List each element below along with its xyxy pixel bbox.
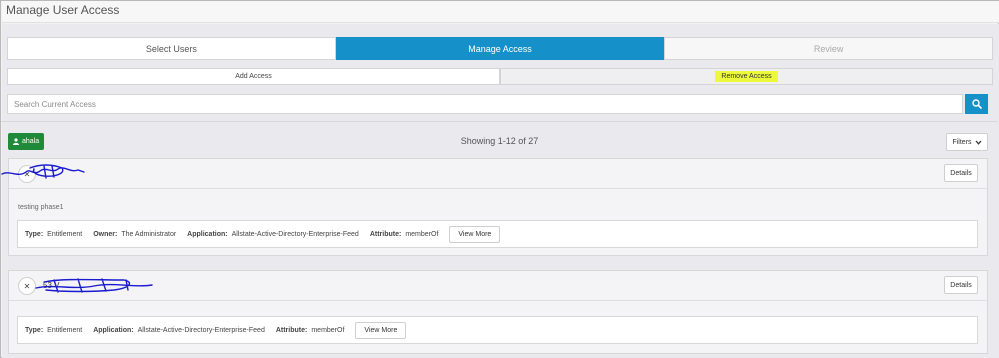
access-card: ✕ 53 V Details Type: Entitlement Applica… (8, 270, 988, 354)
tab-add-access[interactable]: Add Access (7, 68, 500, 85)
application-key: Application: (187, 230, 228, 238)
tab-remove-access[interactable]: Remove Access (500, 68, 993, 85)
filters-label: Filters (952, 138, 972, 146)
type-key: Type: (25, 326, 44, 334)
application-value: Allstate-Active-Directory-Enterprise-Fee… (137, 326, 265, 334)
search-input[interactable] (7, 94, 963, 114)
card-header: ✕ Details (9, 159, 987, 189)
step-select-users[interactable]: Select Users (7, 37, 336, 60)
title-bar (2, 1, 999, 23)
type-value: Entitlement (47, 230, 83, 238)
close-icon: ✕ (23, 169, 31, 179)
view-more-button[interactable]: View More (449, 225, 501, 243)
page-title: Manage User Access (6, 3, 120, 17)
attribute-key: Attribute: (275, 326, 308, 334)
access-attributes: Type: Entitlement Application: Allstate-… (17, 316, 978, 344)
owner-value: The Administrator (121, 230, 177, 238)
attribute-key: Attribute: (369, 230, 402, 238)
tab-remove-access-label: Remove Access (715, 71, 778, 82)
results-count: Showing 1-12 of 27 (460, 136, 539, 146)
step-manage-access[interactable]: Manage Access (335, 37, 665, 60)
type-key: Type: (25, 230, 44, 238)
divider (1, 121, 998, 122)
close-icon: ✕ (23, 281, 31, 291)
attribute-value: memberOf (405, 230, 439, 238)
details-button[interactable]: Details (944, 164, 978, 182)
type-value: Entitlement (47, 326, 83, 334)
card-header: ✕ 53 V Details (9, 271, 987, 301)
details-button[interactable]: Details (944, 276, 978, 294)
owner-key: Owner: (93, 230, 118, 238)
access-description: testing phase1 (18, 204, 64, 211)
access-attributes: Type: Entitlement Owner: The Administrat… (17, 220, 978, 248)
application-key: Application: (93, 326, 134, 334)
remove-access-button[interactable]: ✕ (18, 277, 36, 295)
chevron-down-icon (975, 140, 982, 145)
filters-button[interactable]: Filters (946, 133, 988, 151)
application-value: Allstate-Active-Directory-Enterprise-Fee… (231, 230, 359, 238)
wizard-steps: Select Users Manage Access Review (7, 37, 994, 60)
attribute-value: memberOf (311, 326, 345, 334)
tab-add-access-label: Add Access (235, 73, 272, 80)
remove-access-button[interactable]: ✕ (18, 165, 36, 183)
search-button[interactable] (965, 94, 988, 114)
view-more-button[interactable]: View More (355, 321, 407, 339)
access-name: 53 V (43, 281, 60, 290)
search-icon (971, 99, 982, 109)
step-review[interactable]: Review (664, 37, 994, 60)
access-card: ✕ Details testing phase1 Type: Entitleme… (8, 158, 988, 256)
access-subtabs: Add Access Remove Access (7, 68, 993, 85)
search-row (7, 94, 988, 114)
